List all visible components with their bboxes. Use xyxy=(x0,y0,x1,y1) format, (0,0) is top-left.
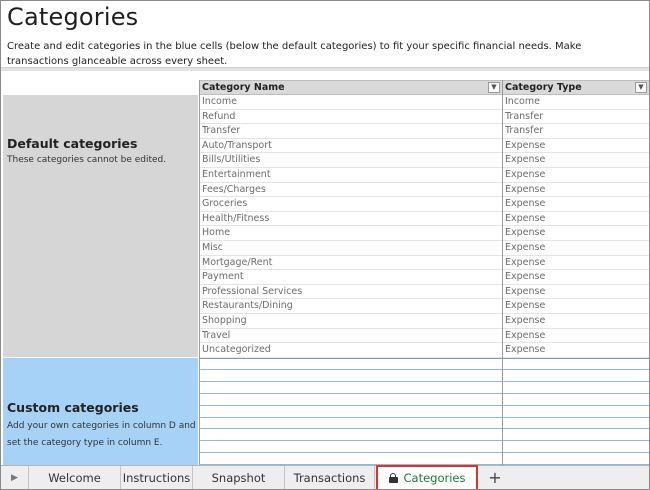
category-name-cell[interactable]: Fees/Charges xyxy=(200,183,502,198)
custom-category-type-cell[interactable] xyxy=(503,358,649,371)
category-name-cell[interactable]: Groceries xyxy=(200,197,502,212)
custom-category-type-cell[interactable] xyxy=(503,453,649,465)
category-type-cell[interactable]: Transfer xyxy=(503,124,649,139)
category-name-cell[interactable]: Entertainment xyxy=(200,168,502,183)
custom-category-name-cell[interactable] xyxy=(200,405,502,418)
tab-transactions[interactable]: Transactions xyxy=(285,466,375,489)
category-name-column: Category Name ▼ Income Refund Transfer Auto… xyxy=(200,80,502,465)
category-type-cell[interactable]: Expense xyxy=(503,285,649,300)
category-type-cell[interactable]: Expense xyxy=(503,256,649,271)
custom-category-type-cell[interactable] xyxy=(503,417,649,430)
custom-categories-note: Add your own categories in column D and … xyxy=(7,421,196,448)
category-name-cell[interactable]: Uncategorized xyxy=(200,343,502,358)
category-type-cell[interactable]: Expense xyxy=(503,153,649,168)
custom-category-type-cell[interactable] xyxy=(503,441,649,454)
custom-categories-title: Custom categories xyxy=(7,400,139,415)
filter-dropdown-icon[interactable]: ▼ xyxy=(635,82,647,93)
custom-categories-panel: Custom categories Add your own categorie… xyxy=(3,358,198,466)
tab-welcome[interactable]: Welcome xyxy=(29,466,121,489)
custom-category-name-cell[interactable] xyxy=(200,358,502,371)
sheet-tab-bar: ▶ Welcome Instructions Snapshot Transact… xyxy=(1,465,649,489)
default-categories-note: These categories cannot be edited. xyxy=(7,155,167,165)
tab-snapshot[interactable]: Snapshot xyxy=(193,466,285,489)
column-divider xyxy=(199,80,200,466)
category-name-cell[interactable]: Bills/Utilities xyxy=(200,153,502,168)
custom-category-name-cell[interactable] xyxy=(200,429,502,442)
default-categories-panel: Default categories These categories cann… xyxy=(3,95,198,357)
scroll-tabs-icon[interactable]: ▶ xyxy=(1,466,29,489)
custom-category-name-cell[interactable] xyxy=(200,394,502,406)
category-type-cell[interactable]: Transfer xyxy=(503,110,649,125)
category-type-cell[interactable]: Expense xyxy=(503,226,649,241)
header-separator xyxy=(1,67,649,71)
category-type-cell[interactable]: Expense xyxy=(503,197,649,212)
lock-icon xyxy=(388,473,398,483)
category-name-cell[interactable]: Professional Services xyxy=(200,285,502,300)
custom-category-name-cell[interactable] xyxy=(200,382,502,395)
category-name-header-label: Category Name xyxy=(202,82,285,93)
category-name-cell[interactable]: Income xyxy=(200,95,502,110)
category-name-cell[interactable]: Auto/Transport xyxy=(200,139,502,154)
category-type-cell[interactable]: Expense xyxy=(503,241,649,256)
custom-category-type-cell[interactable] xyxy=(503,382,649,395)
filter-dropdown-icon[interactable]: ▼ xyxy=(488,82,500,93)
category-type-cell[interactable]: Expense xyxy=(503,329,649,344)
column-divider xyxy=(502,80,503,466)
custom-category-type-cell[interactable] xyxy=(503,370,649,383)
custom-category-type-cell[interactable] xyxy=(503,429,649,442)
category-type-cell[interactable]: Expense xyxy=(503,212,649,227)
category-name-cell[interactable]: Travel xyxy=(200,329,502,344)
category-name-cell[interactable]: Refund xyxy=(200,110,502,125)
custom-category-type-cell[interactable] xyxy=(503,394,649,406)
custom-category-name-cell[interactable] xyxy=(200,370,502,383)
spreadsheet-window: Categories Create and edit categories in… xyxy=(0,0,650,490)
category-type-cell[interactable]: Expense xyxy=(503,139,649,154)
category-name-cell[interactable]: Restaurants/Dining xyxy=(200,299,502,314)
category-type-header-label: Category Type xyxy=(505,82,582,93)
category-name-cell[interactable]: Transfer xyxy=(200,124,502,139)
category-type-cell[interactable]: Expense xyxy=(503,168,649,183)
category-name-cell[interactable]: Mortgage/Rent xyxy=(200,256,502,271)
category-name-header[interactable]: Category Name ▼ xyxy=(200,80,502,95)
category-name-cell[interactable]: Shopping xyxy=(200,314,502,329)
category-name-cell[interactable]: Misc xyxy=(200,241,502,256)
category-type-cell[interactable]: Expense xyxy=(503,183,649,198)
page-title: Categories xyxy=(7,3,139,31)
custom-category-name-cell[interactable] xyxy=(200,417,502,430)
custom-category-name-cell[interactable] xyxy=(200,453,502,465)
add-sheet-button[interactable]: + xyxy=(483,466,507,489)
category-type-header[interactable]: Category Type ▼ xyxy=(503,80,649,95)
category-type-cell[interactable]: Expense xyxy=(503,270,649,285)
custom-category-type-cell[interactable] xyxy=(503,405,649,418)
category-type-cell[interactable]: Expense xyxy=(503,299,649,314)
tab-instructions[interactable]: Instructions xyxy=(121,466,193,489)
tab-categories[interactable]: Categories xyxy=(376,465,478,489)
category-name-cell[interactable]: Payment xyxy=(200,270,502,285)
category-type-cell[interactable]: Income xyxy=(503,95,649,110)
category-type-column: Category Type ▼ Income Transfer Transfer Ex… xyxy=(503,80,649,465)
custom-category-name-cell[interactable] xyxy=(200,441,502,454)
category-type-cell[interactable]: Expense xyxy=(503,314,649,329)
custom-entry-area xyxy=(503,357,649,465)
category-name-cell[interactable]: Health/Fitness xyxy=(200,212,502,227)
default-categories-title: Default categories xyxy=(7,136,138,151)
category-type-cell[interactable]: Expense xyxy=(503,343,649,358)
custom-entry-area xyxy=(200,357,502,465)
tab-categories-label: Categories xyxy=(403,471,466,485)
category-name-cell[interactable]: Home xyxy=(200,226,502,241)
page-description: Create and edit categories in the blue c… xyxy=(7,41,582,67)
